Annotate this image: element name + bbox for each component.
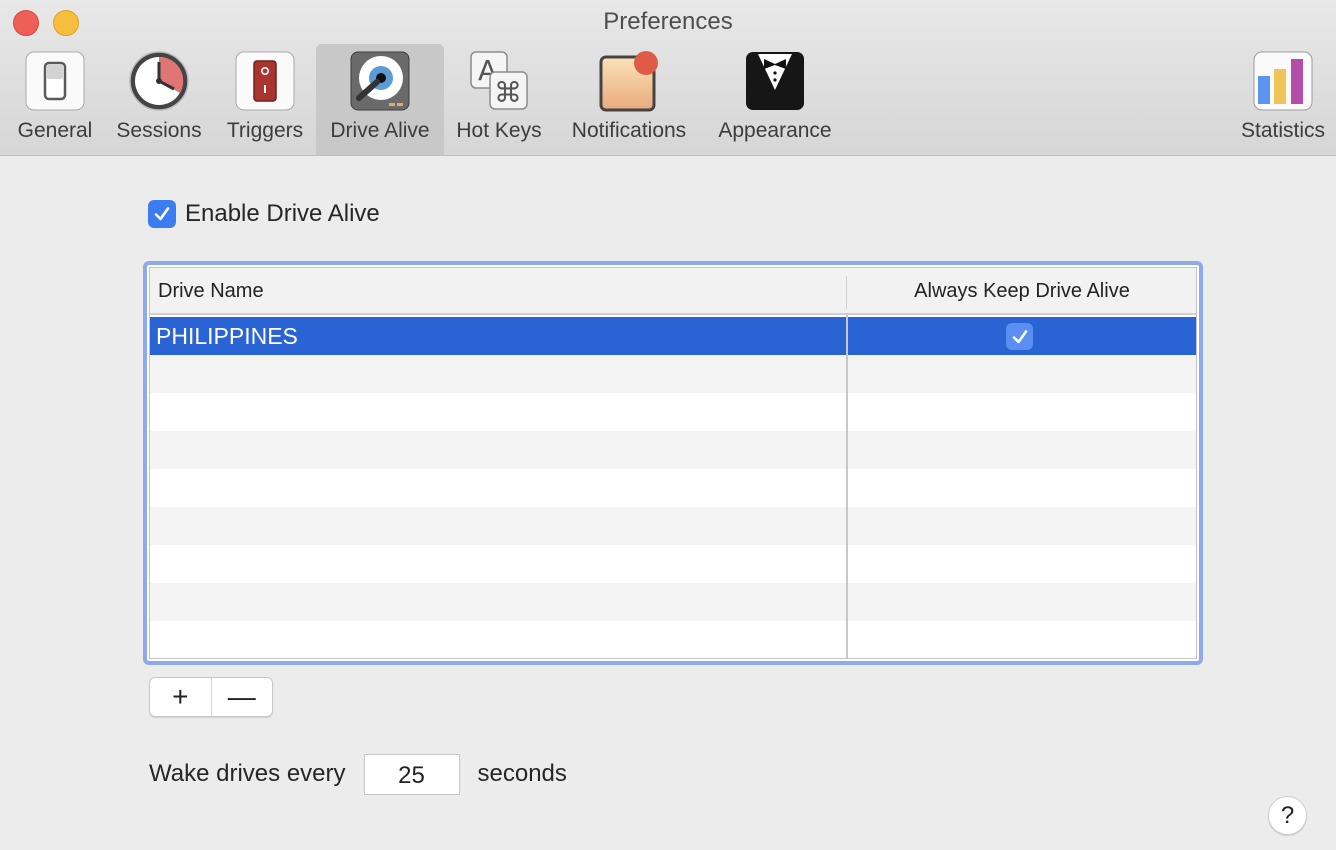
hard-drive-icon [350, 51, 410, 111]
add-remove-control: + — [149, 677, 273, 717]
bar-chart-icon [1253, 51, 1313, 111]
remove-drive-button[interactable]: — [210, 678, 273, 716]
tab-statistics-label: Statistics [1240, 119, 1326, 142]
drives-table[interactable]: Drive Name Always Keep Drive Alive PHILI… [143, 261, 1203, 665]
column-header-drive-name[interactable]: Drive Name [158, 268, 264, 315]
tab-general[interactable]: General [10, 44, 100, 155]
window-title: Preferences [603, 8, 733, 35]
power-switch-icon [235, 51, 295, 111]
empty-row [150, 469, 1196, 507]
tab-appearance-label: Appearance [718, 119, 832, 142]
tab-triggers-label: Triggers [226, 119, 304, 142]
tab-hot-keys[interactable]: A ⌘ Hot Keys [448, 44, 550, 155]
tab-drive-alive-label: Drive Alive [330, 119, 430, 142]
table-row[interactable]: PHILIPPINES [150, 317, 1196, 355]
empty-row [150, 621, 1196, 658]
svg-text:⌘: ⌘ [494, 76, 522, 109]
tab-triggers[interactable]: Triggers [218, 44, 312, 155]
tab-sessions[interactable]: Sessions [108, 44, 210, 155]
column-header-always-keep-alive[interactable]: Always Keep Drive Alive [848, 268, 1196, 315]
empty-row [150, 355, 1196, 393]
checkmark-icon [1012, 329, 1027, 343]
drive-name-cell: PHILIPPINES [156, 323, 298, 349]
checkmark-icon [154, 207, 170, 221]
toolbar: Preferences General Sessions Triggers Dr… [0, 0, 1336, 156]
enable-drive-alive-checkbox[interactable]: Enable Drive Alive [148, 200, 380, 228]
checkbox-checked[interactable] [148, 200, 176, 228]
table-header: Drive Name Always Keep Drive Alive [150, 268, 1196, 315]
help-button[interactable]: ? [1268, 796, 1307, 835]
tab-notifications[interactable]: Notifications [560, 44, 698, 155]
notification-badge-icon [599, 51, 658, 112]
clock-icon [129, 51, 189, 111]
wake-suffix-label: seconds [477, 760, 567, 787]
always-keep-alive-checkbox[interactable] [1006, 323, 1033, 350]
wake-interval-row: Wake drives every 25 seconds [149, 753, 567, 795]
tab-hot-keys-label: Hot Keys [456, 119, 542, 142]
command-key-icon: A ⌘ [470, 51, 528, 110]
empty-row [150, 583, 1196, 621]
wake-prefix-label: Wake drives every [149, 760, 346, 787]
column-divider [846, 315, 848, 658]
tab-sessions-label: Sessions [116, 119, 202, 142]
tab-appearance[interactable]: Appearance [708, 44, 842, 155]
wake-interval-input[interactable]: 25 [363, 753, 460, 795]
empty-row [150, 393, 1196, 431]
add-drive-button[interactable]: + [150, 678, 211, 716]
empty-row [150, 431, 1196, 469]
tab-general-label: General [17, 119, 93, 142]
enable-drive-alive-label: Enable Drive Alive [185, 200, 380, 227]
tab-notifications-label: Notifications [571, 119, 687, 142]
empty-row [150, 507, 1196, 545]
tab-statistics[interactable]: Statistics [1230, 44, 1336, 155]
column-divider [846, 276, 847, 309]
tab-drive-alive[interactable]: Drive Alive [316, 44, 444, 155]
switch-icon [25, 51, 85, 111]
empty-row [150, 545, 1196, 583]
tuxedo-icon [746, 52, 804, 110]
